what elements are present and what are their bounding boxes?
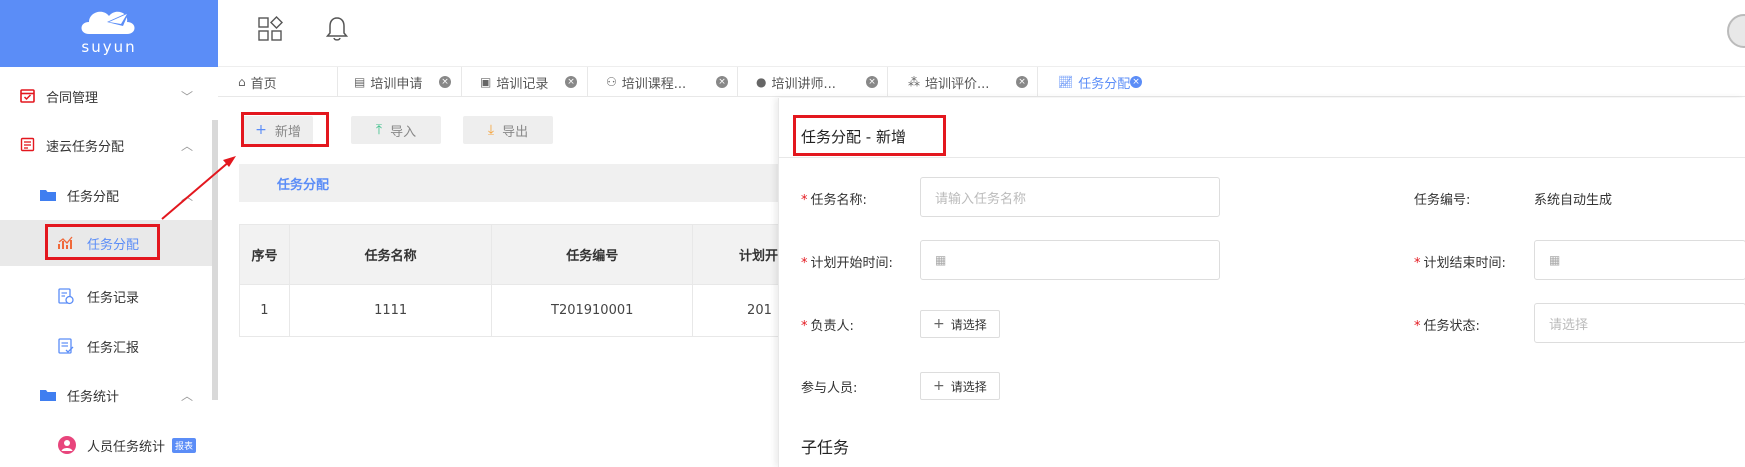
annotation-arrow: [161, 156, 236, 220]
app-root: suyun 合同管理 ﹀ 速云任务分配 ︿ 任务分配 ︿ 任务分配 任务记录 任…: [0, 0, 1745, 467]
